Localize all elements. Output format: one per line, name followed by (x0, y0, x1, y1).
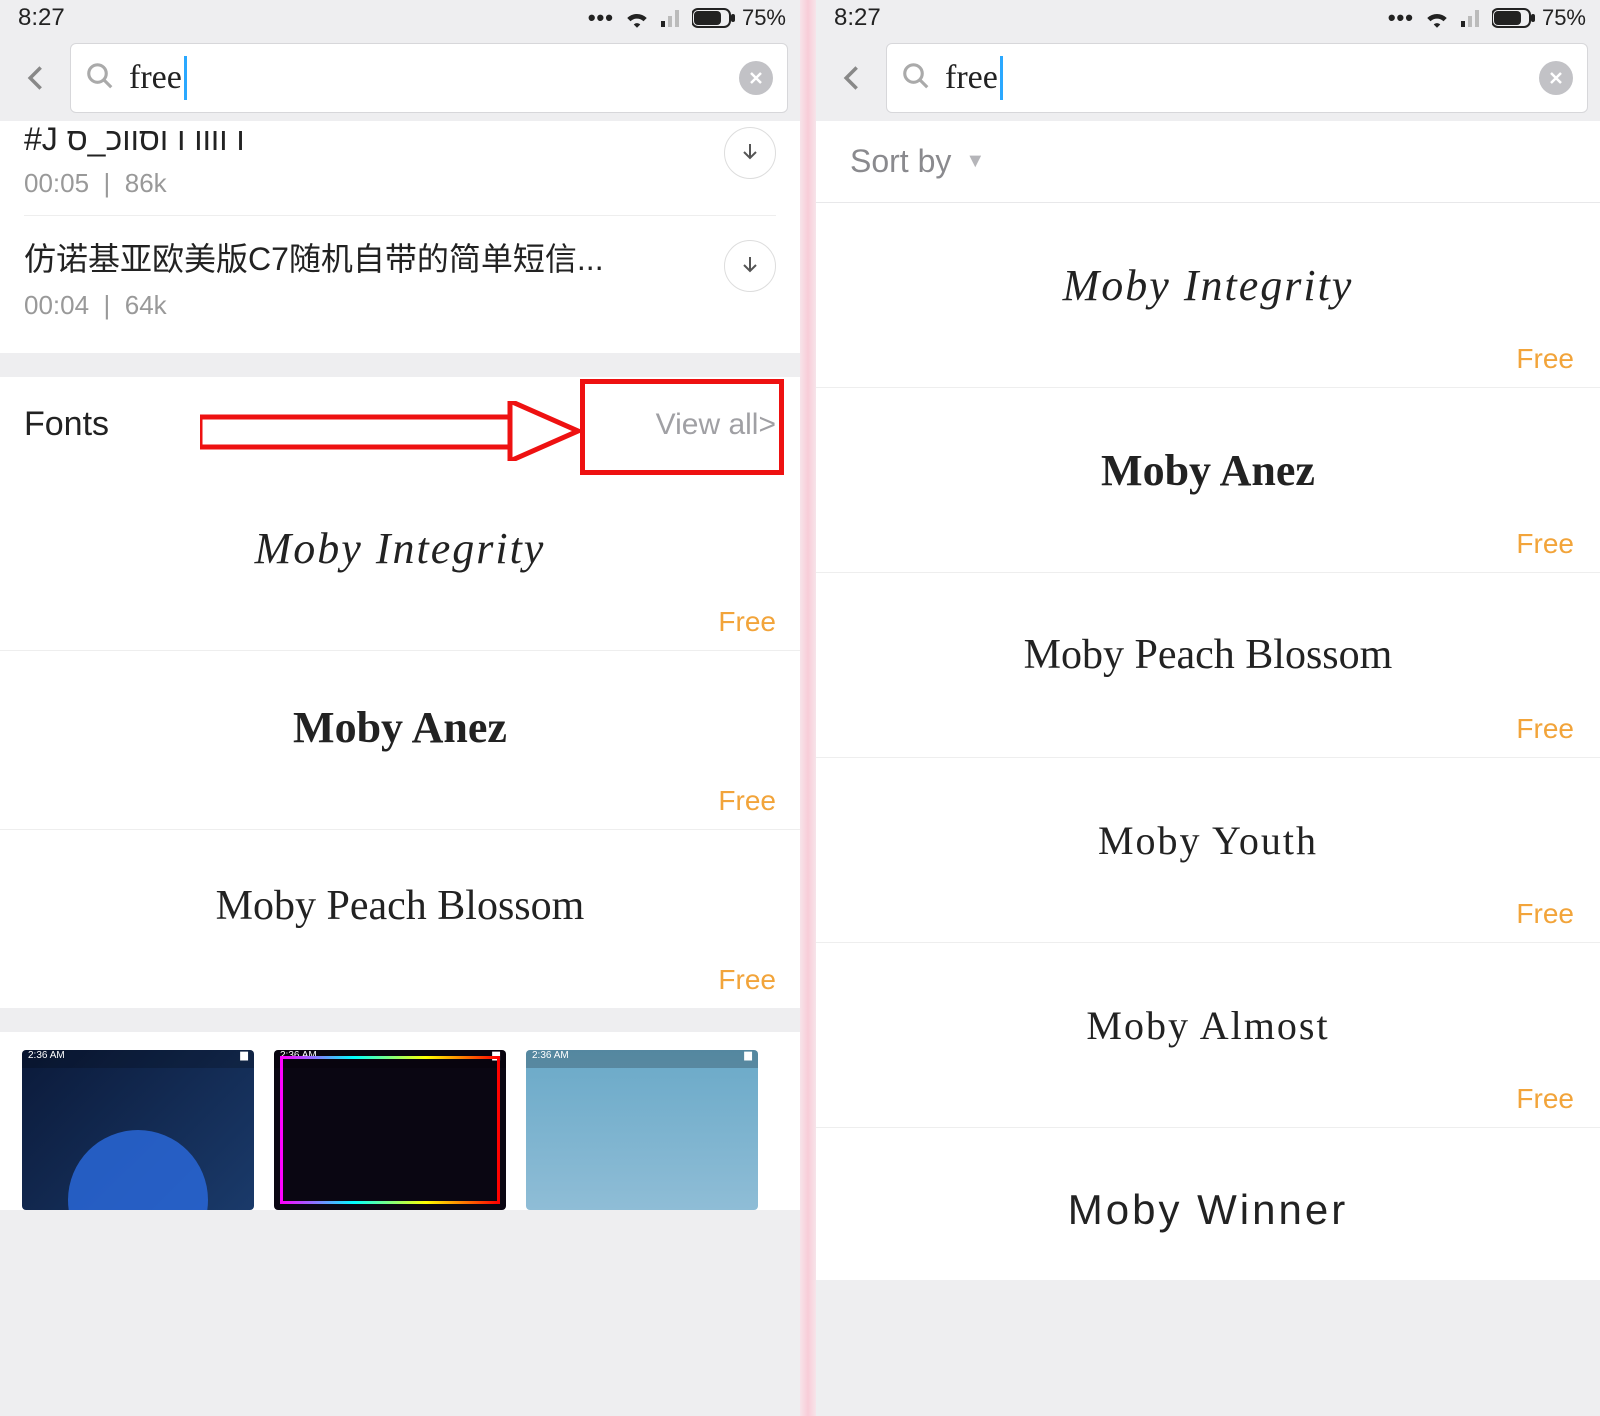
fonts-section: Fonts View all> Moby Integrity Free (0, 377, 800, 1008)
search-icon (901, 61, 931, 96)
search-input[interactable]: free (70, 43, 788, 113)
font-preview: Moby Almost (842, 985, 1574, 1065)
chevron-down-icon: ▼ (965, 150, 985, 173)
ringtone-section: #J ו וווו ו וסווכ_ס 00:05 | 86k 仿诺基亚欧美版C… (0, 121, 800, 353)
wallpaper-thumbnails: 2:36 AM▆ 2:36 AM▆ 2:36 AM▆ (0, 1032, 800, 1210)
battery-icon (692, 8, 736, 28)
font-price: Free (24, 785, 776, 817)
back-button[interactable] (828, 54, 876, 102)
header: free (816, 35, 1600, 121)
signal-icon (660, 9, 682, 27)
ringtone-meta: 00:05 | 86k (24, 168, 724, 199)
download-button[interactable] (724, 127, 776, 179)
right-pane: 8:27 ••• 75% (816, 0, 1600, 1416)
wifi-icon (624, 8, 650, 28)
status-time: 8:27 (834, 4, 881, 32)
font-item[interactable]: Moby Youth Free (816, 758, 1600, 943)
font-item[interactable]: Moby Integrity Free (0, 472, 800, 651)
font-item[interactable]: Moby Integrity Free (816, 203, 1600, 388)
ringtone-title: #J ו וווו ו וסווכ_ס (24, 121, 624, 158)
wallpaper-thumb[interactable]: 2:36 AM▆ (22, 1050, 254, 1210)
header: free (0, 35, 800, 121)
font-preview: Moby Integrity (24, 508, 776, 588)
font-item[interactable]: Moby Peach Blossom Free (816, 573, 1600, 758)
font-item[interactable]: Moby Anez Free (816, 388, 1600, 573)
view-all-link[interactable]: View all> (656, 408, 776, 442)
battery-icon (1492, 8, 1536, 28)
battery-percent: 75% (1542, 5, 1586, 31)
font-item[interactable]: Moby Peach Blossom Free (0, 830, 800, 1008)
more-dots-icon: ••• (1388, 5, 1414, 31)
font-price: Free (842, 528, 1574, 560)
status-bar: 8:27 ••• 75% (0, 0, 800, 35)
search-input[interactable]: free (886, 43, 1588, 113)
battery-percent: 75% (742, 5, 786, 31)
signal-icon (1460, 9, 1482, 27)
fonts-section-title: Fonts (24, 405, 109, 444)
font-preview: Moby Anez (842, 430, 1574, 510)
search-icon (85, 61, 115, 96)
font-price: Free (24, 606, 776, 638)
font-item[interactable]: Moby Anez Free (0, 651, 800, 830)
ringtone-meta: 00:04 | 64k (24, 290, 724, 321)
ringtone-item[interactable]: 仿诺基亚欧美版C7随机自带的简单短信... 00:04 | 64k (24, 215, 776, 337)
font-preview: Moby Winner (842, 1170, 1574, 1250)
font-item[interactable]: Moby Winner (816, 1128, 1600, 1280)
download-button[interactable] (724, 240, 776, 292)
wallpaper-thumb[interactable]: 2:36 AM▆ (274, 1050, 506, 1210)
font-item[interactable]: Moby Almost Free (816, 943, 1600, 1128)
wallpaper-thumb[interactable]: 2:36 AM▆ (526, 1050, 758, 1210)
clear-search-button[interactable] (739, 61, 773, 95)
more-dots-icon: ••• (588, 5, 614, 31)
font-price: Free (24, 964, 776, 996)
font-preview: Moby Peach Blossom (24, 866, 776, 946)
status-bar: 8:27 ••• 75% (816, 0, 1600, 35)
sort-by-dropdown[interactable]: Sort by ▼ (816, 121, 1600, 203)
font-price: Free (842, 898, 1574, 930)
font-price: Free (842, 1083, 1574, 1115)
back-button[interactable] (12, 54, 60, 102)
left-pane: 8:27 ••• 75% (0, 0, 800, 1416)
wifi-icon (1424, 8, 1450, 28)
font-preview: Moby Integrity (842, 245, 1574, 325)
font-price: Free (842, 713, 1574, 745)
text-caret (1000, 56, 1003, 100)
ringtone-title: 仿诺基亚欧美版C7随机自带的简单短信... (24, 234, 624, 280)
font-preview: Moby Anez (24, 687, 776, 767)
font-price: Free (842, 343, 1574, 375)
search-value: free (945, 56, 1525, 100)
ringtone-item[interactable]: #J ו וווו ו וסווכ_ס 00:05 | 86k (24, 121, 776, 215)
font-preview: Moby Peach Blossom (842, 615, 1574, 695)
status-time: 8:27 (18, 4, 65, 32)
sort-by-label: Sort by (850, 143, 951, 180)
search-value: free (129, 56, 725, 100)
text-caret (184, 56, 187, 100)
font-preview: Moby Youth (842, 800, 1574, 880)
clear-search-button[interactable] (1539, 61, 1573, 95)
